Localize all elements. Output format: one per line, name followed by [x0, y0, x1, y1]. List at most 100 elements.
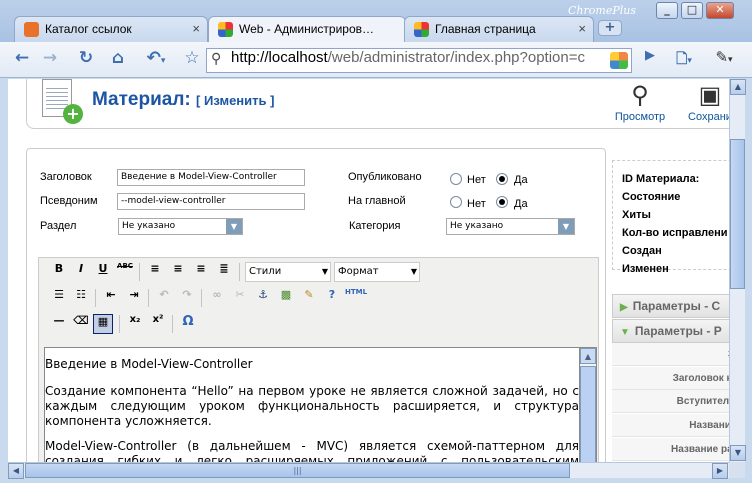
editor-scroll-thumb[interactable]	[580, 366, 596, 462]
chevron-down-icon: ▼	[226, 219, 242, 234]
help-icon[interactable]: ?	[322, 288, 342, 308]
tab-home-page[interactable]: Главная страница ×	[404, 16, 594, 42]
play-icon[interactable]: ▶	[638, 48, 662, 72]
bullet-list-icon[interactable]: ☰	[49, 288, 69, 308]
format-select[interactable]: Формат ▼	[334, 262, 420, 282]
chevron-down-icon: ▼	[558, 219, 574, 234]
hr-icon[interactable]: —	[49, 314, 69, 334]
param-row: Название раз	[612, 414, 729, 437]
star-icon[interactable]: ☆	[180, 48, 204, 72]
title-input[interactable]: Введение в Model-View-Controller	[117, 169, 305, 186]
editor-content[interactable]: Введение в Model-View-Controller Создани…	[44, 347, 580, 462]
undo-close-tab-icon[interactable]: ↶▾	[140, 48, 172, 72]
align-right-icon[interactable]: ≡	[191, 262, 211, 282]
pane-parameters-article[interactable]: ▶ Параметры - С	[612, 294, 729, 318]
wrench-icon[interactable]: ✎▾	[708, 48, 740, 72]
image-icon[interactable]: ▩	[276, 288, 296, 308]
align-center-icon[interactable]: ≡	[168, 262, 188, 282]
info-created-label: Создан	[622, 245, 662, 257]
unlink-icon[interactable]: ✂	[230, 288, 250, 308]
browser-titlebar: Каталог ссылок × Web - Администриров… Гл…	[0, 0, 752, 42]
outdent-icon[interactable]: ⇤	[101, 288, 121, 308]
home-icon[interactable]: ⌂	[106, 48, 130, 72]
param-row: Вступительный	[612, 390, 729, 413]
chevron-down-icon: ▼	[321, 267, 328, 276]
chevron-down-icon: ▼	[410, 267, 417, 276]
anchor-icon[interactable]: ⚓	[253, 288, 273, 308]
address-bar[interactable]: ⚲ http://localhost/web/administrator/ind…	[206, 48, 632, 73]
omega-icon[interactable]: Ω	[178, 314, 198, 334]
extension-icon[interactable]	[610, 52, 628, 69]
subscript-icon[interactable]: x₂	[125, 314, 145, 334]
html-icon[interactable]: HTML	[345, 288, 367, 308]
format-select-value: Формат	[338, 266, 379, 277]
new-tab-button[interactable]: +	[598, 20, 622, 36]
scroll-up-icon[interactable]: ▲	[730, 79, 746, 95]
close-tab-icon[interactable]: ×	[578, 17, 586, 41]
published-no-radio[interactable]	[450, 173, 462, 185]
pane-parameters-advanced[interactable]: ▼ Параметры - Р	[612, 319, 729, 343]
category-select[interactable]: Не указано ▼	[446, 218, 575, 235]
tab-catalog[interactable]: Каталог ссылок ×	[14, 16, 208, 42]
tab-label: Каталог ссылок	[45, 22, 132, 36]
alias-label: Псевдоним	[40, 195, 98, 207]
rich-text-editor: B I U ABC ≡ ≡ ≡ ≣ Стили ▼ Формат ▼ ☰ ☷ ⇤…	[38, 257, 599, 462]
url-path: /web/administrator/index.php?option=c	[327, 49, 585, 66]
numbered-list-icon[interactable]: ☷	[71, 288, 91, 308]
align-justify-icon[interactable]: ≣	[214, 262, 234, 282]
save-disk-icon: ▣	[698, 82, 722, 109]
save-button[interactable]: ▣ Сохрани	[680, 82, 729, 124]
maximize-button[interactable]: □	[681, 2, 703, 19]
scrollbar-corner	[729, 462, 745, 478]
info-modified-label: Изменен	[622, 263, 669, 275]
page-hscroll-thumb[interactable]: |||	[25, 463, 570, 478]
undo-icon[interactable]: ↶	[154, 288, 174, 308]
scroll-down-icon[interactable]: ▼	[730, 445, 746, 461]
close-window-button[interactable]: ✕	[706, 2, 734, 19]
frontpage-yes-radio[interactable]	[496, 196, 508, 208]
table-icon[interactable]: ▦	[93, 314, 113, 334]
toolbar-divider	[172, 315, 173, 333]
indent-icon[interactable]: ⇥	[124, 288, 144, 308]
minimize-button[interactable]: _	[656, 2, 678, 19]
alias-input[interactable]: --model-view-controller	[117, 193, 305, 210]
bold-icon[interactable]: B	[49, 262, 69, 282]
close-tab-icon[interactable]: ×	[192, 17, 200, 41]
page-horizontal-scrollbar[interactable]: ◀ ||| ▶	[8, 462, 729, 479]
scroll-up-icon[interactable]: ▲	[580, 348, 596, 364]
reload-icon[interactable]: ↻	[74, 48, 98, 72]
published-yes-radio[interactable]	[496, 173, 508, 185]
styles-select[interactable]: Стили ▼	[245, 262, 331, 282]
joomla-icon	[414, 22, 429, 37]
address-url[interactable]: http://localhost/web/administrator/index…	[231, 49, 599, 72]
url-host: http://localhost	[231, 49, 328, 66]
underline-icon[interactable]: U	[93, 262, 113, 282]
page-scroll-thumb[interactable]	[730, 139, 745, 289]
page-vertical-scrollbar[interactable]: ▲ ▼	[729, 79, 746, 462]
page-menu-icon[interactable]: 🗋▾	[668, 48, 700, 72]
param-row: Название раздел	[612, 438, 729, 461]
cleanup-icon[interactable]: ✎	[299, 288, 319, 308]
align-left-icon[interactable]: ≡	[145, 262, 165, 282]
scroll-left-icon[interactable]: ◀	[8, 463, 24, 479]
redo-icon[interactable]: ↷	[177, 288, 197, 308]
editor-scrollbar[interactable]: ▲	[580, 347, 597, 462]
eraser-icon[interactable]: ⌫	[71, 314, 91, 334]
forward-arrow-icon[interactable]: →	[38, 48, 62, 72]
tab-web-admin[interactable]: Web - Администриров…	[208, 16, 406, 42]
preview-button[interactable]: ⚲ Просмотр	[610, 83, 670, 124]
scroll-right-icon[interactable]: ▶	[712, 463, 728, 479]
section-select[interactable]: Не указано ▼	[118, 218, 243, 235]
section-select-value: Не указано	[122, 221, 176, 231]
editor-paragraph: Создание компонента “Hello” на первом ур…	[45, 384, 579, 428]
link-icon[interactable]: ∞	[207, 288, 227, 308]
frontpage-no-label: Нет	[467, 198, 486, 210]
page-title: Материал: [ Изменить ]	[92, 89, 274, 111]
italic-icon[interactable]: I	[71, 262, 91, 282]
strikethrough-icon[interactable]: ABC	[115, 262, 135, 282]
frontpage-no-radio[interactable]	[450, 196, 462, 208]
superscript-icon[interactable]: x²	[148, 314, 168, 334]
category-select-value: Не указано	[450, 221, 504, 231]
frontpage-yes-label: Да	[514, 198, 528, 210]
back-arrow-icon[interactable]: ←	[10, 48, 34, 72]
